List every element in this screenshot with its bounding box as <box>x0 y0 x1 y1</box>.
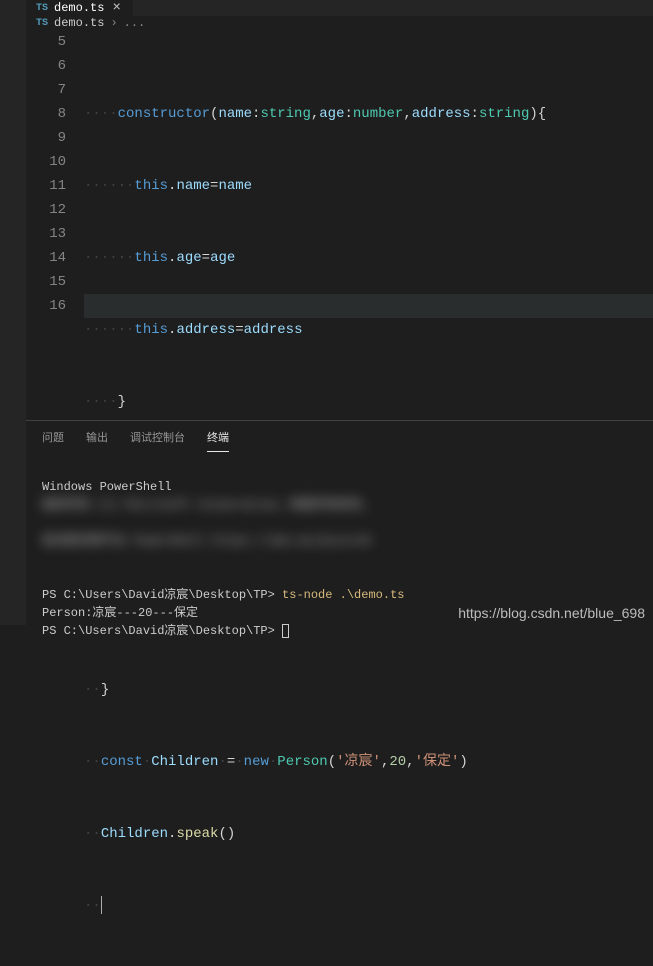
tab-terminal[interactable]: 终端 <box>207 429 229 452</box>
breadcrumb-more: ... <box>124 16 146 30</box>
terminal-output-line: Person:凉宸---20---保定 <box>42 606 198 620</box>
tab-filename: demo.ts <box>54 1 104 15</box>
editor-cursor <box>101 896 102 914</box>
chevron-right-icon: › <box>110 16 117 30</box>
tab-bar: TS demo.ts × <box>26 0 653 16</box>
bottom-panel: 问题 输出 调试控制台 终端 Windows PowerShell 版权所有 (… <box>26 420 653 625</box>
tab-output[interactable]: 输出 <box>86 429 108 452</box>
activity-bar <box>0 0 26 625</box>
close-icon[interactable]: × <box>110 0 122 16</box>
terminal-prompt: PS C:\Users\David凉宸\Desktop\TP> <box>42 588 282 602</box>
typescript-icon: TS <box>36 3 48 14</box>
watermark: https://blog.csdn.net/blue_698 <box>458 605 645 621</box>
terminal-blurred-line: 版权所有 (C) Microsoft Corporation。保留所有权利。 <box>42 496 637 514</box>
breadcrumb-filename: demo.ts <box>54 16 104 30</box>
tab-problems[interactable]: 问题 <box>42 429 64 452</box>
terminal-blurred-line: 尝试新的跨平台 PowerShell https://aka.ms/pscore… <box>42 532 637 550</box>
tab-debug-console[interactable]: 调试控制台 <box>130 429 185 452</box>
editor-tab-active[interactable]: TS demo.ts × <box>26 0 134 16</box>
breadcrumb[interactable]: TS demo.ts › ... <box>26 16 653 30</box>
typescript-icon: TS <box>36 18 48 29</box>
terminal-command: ts-node .\demo.ts <box>282 588 404 602</box>
terminal-shell-name: Windows PowerShell <box>42 480 172 494</box>
terminal-cursor <box>282 624 289 638</box>
terminal-prompt: PS C:\Users\David凉宸\Desktop\TP> <box>42 624 282 638</box>
panel-tabs: 问题 输出 调试控制台 终端 <box>26 421 653 452</box>
terminal[interactable]: Windows PowerShell 版权所有 (C) Microsoft Co… <box>26 452 653 666</box>
